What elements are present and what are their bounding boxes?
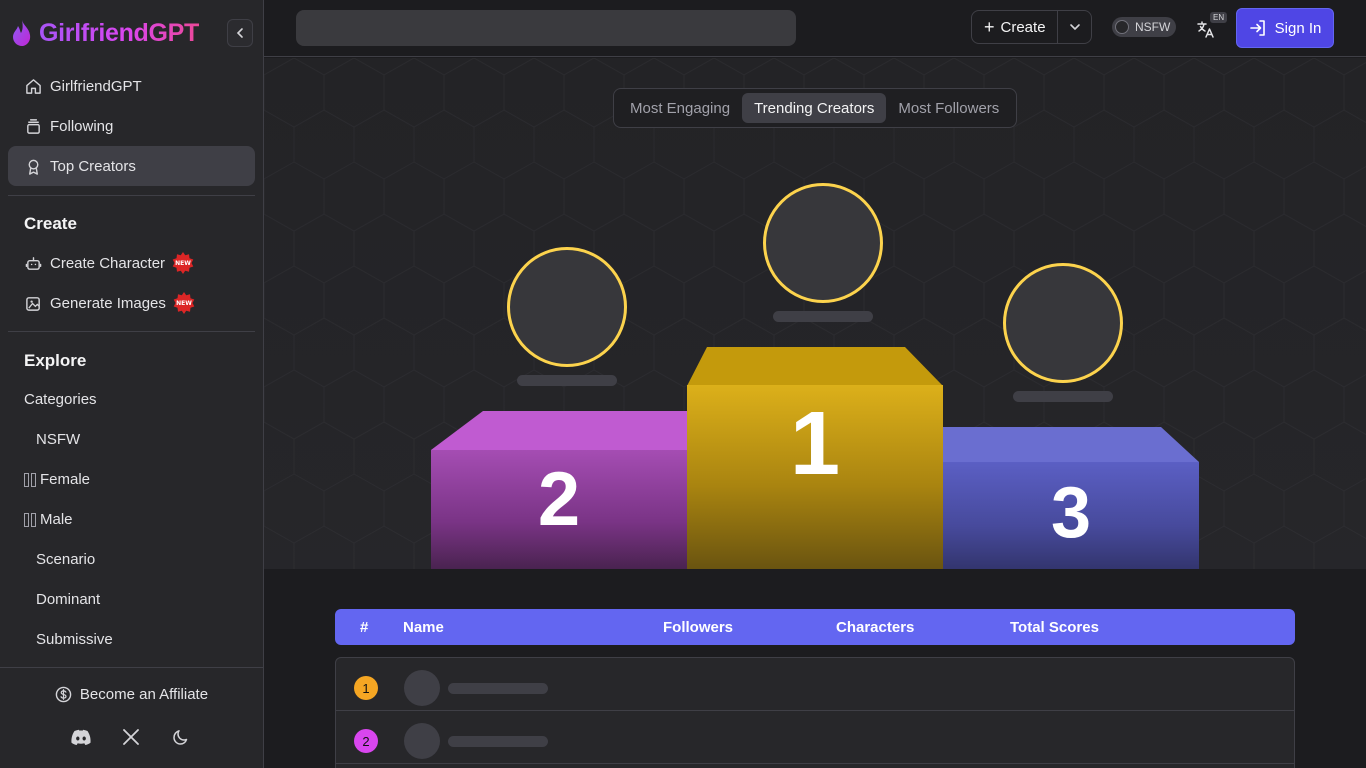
nsfw-toggle[interactable]: NSFW bbox=[1112, 17, 1176, 37]
table-row[interactable]: 1 bbox=[336, 658, 1294, 711]
sidebar-divider bbox=[8, 331, 255, 332]
sign-in-button[interactable]: Sign In bbox=[1236, 8, 1334, 48]
sidebar-item-following[interactable]: Following bbox=[8, 106, 255, 146]
tab-most-followers[interactable]: Most Followers bbox=[886, 93, 1011, 123]
leaderboard-table: # Name Followers Characters Total Scores… bbox=[264, 569, 1366, 768]
sidebar-item-home[interactable]: GirlfriendGPT bbox=[8, 66, 255, 106]
podium-top bbox=[687, 347, 943, 386]
dollar-circle-icon bbox=[55, 686, 72, 703]
category-dominant[interactable]: Dominant bbox=[36, 591, 100, 608]
podium-top bbox=[943, 427, 1199, 462]
create-dropdown-button[interactable] bbox=[1058, 11, 1091, 43]
column-total-scores: Total Scores bbox=[1010, 619, 1099, 636]
brand-name: GirlfriendGPT bbox=[39, 18, 200, 47]
podium-top bbox=[431, 411, 687, 450]
x-link[interactable] bbox=[120, 726, 142, 748]
name-placeholder bbox=[448, 683, 548, 694]
avatar bbox=[404, 670, 440, 706]
flame-icon bbox=[13, 20, 31, 46]
column-followers: Followers bbox=[663, 619, 734, 636]
discord-icon bbox=[71, 729, 91, 745]
home-icon bbox=[25, 78, 41, 94]
tab-most-engaging[interactable]: Most Engaging bbox=[618, 93, 742, 123]
explore-section-title: Explore bbox=[24, 351, 87, 370]
sidebar-item-top-creators[interactable]: Top Creators bbox=[8, 146, 255, 186]
second-place-name-placeholder bbox=[517, 375, 617, 386]
x-icon bbox=[123, 729, 139, 745]
rank-badge: 1 bbox=[354, 676, 378, 700]
sidebar-item-label: Create Character bbox=[50, 254, 166, 272]
column-rank: # bbox=[360, 619, 369, 636]
category-female[interactable]: Female bbox=[24, 471, 90, 488]
svg-text:NEW: NEW bbox=[176, 300, 192, 307]
language-button[interactable]: EN bbox=[1196, 12, 1228, 40]
third-place-podium: 3 bbox=[943, 427, 1199, 569]
table-body: 1 2 bbox=[335, 657, 1295, 768]
nsfw-toggle-label: NSFW bbox=[1135, 20, 1171, 34]
second-place-avatar[interactable] bbox=[507, 247, 627, 367]
third-place-avatar[interactable] bbox=[1003, 263, 1123, 383]
category-male[interactable]: Male bbox=[24, 511, 73, 528]
missing-glyph-icon bbox=[24, 512, 36, 527]
column-name: Name bbox=[403, 619, 444, 636]
rank-badge: 2 bbox=[354, 729, 378, 753]
plus-icon: + bbox=[984, 17, 995, 37]
podium-rank-number: 1 bbox=[687, 385, 943, 569]
name-placeholder bbox=[448, 736, 548, 747]
chevron-down-icon bbox=[1069, 24, 1080, 31]
search-input[interactable] bbox=[296, 10, 796, 46]
sidebar-item-label: Generate Images bbox=[50, 294, 166, 312]
robot-icon bbox=[25, 256, 41, 270]
new-badge-icon: NEW bbox=[172, 291, 196, 315]
leaderboard-tabs: Most Engaging Trending Creators Most Fol… bbox=[613, 88, 1017, 128]
sidebar-item-generate-images[interactable]: Generate Images NEW bbox=[8, 283, 255, 323]
become-affiliate-link[interactable]: Become an Affiliate bbox=[0, 686, 263, 703]
podium-section: Most Engaging Trending Creators Most Fol… bbox=[264, 58, 1366, 569]
create-section-title: Create bbox=[24, 214, 77, 233]
category-submissive[interactable]: Submissive bbox=[36, 631, 113, 648]
first-place-podium: 1 bbox=[687, 347, 943, 569]
table-header: # Name Followers Characters Total Scores bbox=[335, 609, 1295, 645]
chevron-left-icon bbox=[236, 28, 243, 38]
sign-in-icon bbox=[1249, 20, 1265, 36]
podium-rank-number: 3 bbox=[943, 462, 1199, 569]
create-button-group: + Create bbox=[971, 10, 1092, 44]
tab-trending-creators[interactable]: Trending Creators bbox=[742, 93, 887, 123]
avatar bbox=[404, 723, 440, 759]
create-button[interactable]: + Create bbox=[972, 11, 1058, 43]
brand-logo[interactable]: GirlfriendGPT bbox=[10, 14, 199, 52]
stack-icon bbox=[26, 118, 40, 134]
award-icon bbox=[28, 159, 38, 175]
sidebar-item-label: GirlfriendGPT bbox=[50, 77, 142, 95]
moon-icon bbox=[173, 730, 188, 745]
category-scenario[interactable]: Scenario bbox=[36, 551, 95, 568]
collapse-sidebar-button[interactable] bbox=[227, 19, 253, 47]
podium-rank-number: 2 bbox=[431, 450, 687, 569]
second-place-podium: 2 bbox=[431, 411, 687, 569]
first-place-name-placeholder bbox=[773, 311, 873, 322]
translate-icon bbox=[1197, 21, 1214, 38]
first-place-avatar[interactable] bbox=[763, 183, 883, 303]
table-row[interactable]: 2 bbox=[336, 711, 1294, 764]
category-nsfw[interactable]: NSFW bbox=[36, 431, 80, 448]
sidebar-divider bbox=[8, 195, 255, 196]
sidebar-item-create-character[interactable]: Create Character NEW bbox=[8, 243, 255, 283]
sidebar-footer: Become an Affiliate bbox=[0, 667, 263, 768]
top-bar: + Create NSFW EN Sign In bbox=[264, 0, 1366, 57]
affiliate-label: Become an Affiliate bbox=[79, 686, 209, 703]
toggle-knob bbox=[1115, 20, 1129, 34]
third-place-name-placeholder bbox=[1013, 391, 1113, 402]
svg-text:NEW: NEW bbox=[175, 260, 191, 267]
discord-link[interactable] bbox=[70, 726, 92, 748]
new-badge-icon: NEW bbox=[171, 251, 195, 275]
image-sparkle-icon bbox=[25, 296, 40, 311]
sidebar-item-label: Following bbox=[50, 117, 114, 135]
theme-toggle[interactable] bbox=[170, 726, 192, 748]
categories-heading[interactable]: Categories bbox=[24, 391, 97, 408]
missing-glyph-icon bbox=[24, 472, 36, 487]
sidebar-item-label: Top Creators bbox=[50, 157, 136, 175]
column-characters: Characters bbox=[836, 619, 915, 636]
sidebar: GirlfriendGPT GirlfriendGPT Following To… bbox=[0, 0, 264, 768]
language-badge: EN bbox=[1210, 12, 1228, 23]
